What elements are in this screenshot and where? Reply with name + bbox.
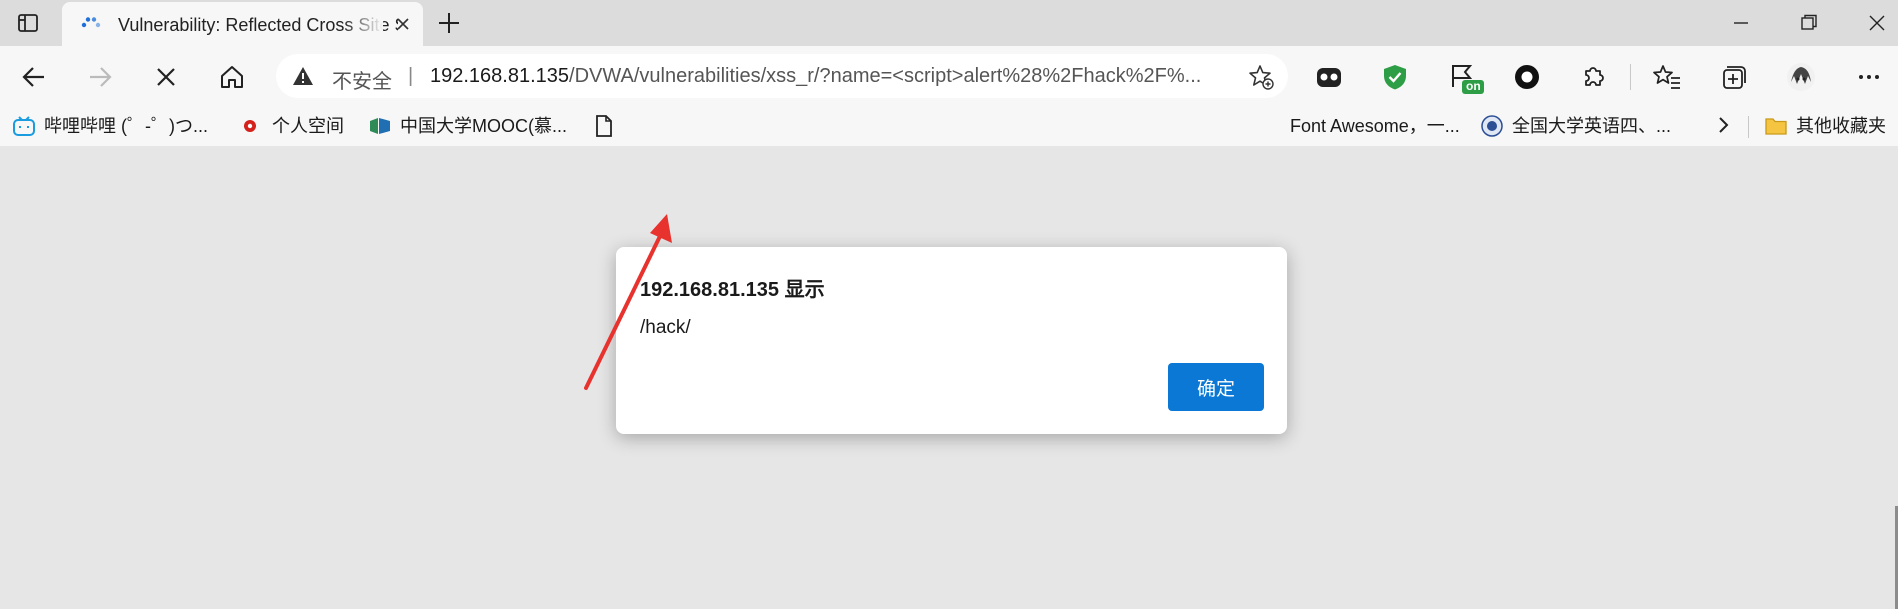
tab-actions-icon[interactable] [16,11,40,35]
dialog-heading: 192.168.81.135 显示 [640,279,825,301]
dialog-message: /hack/ [640,317,691,338]
bookmark-mooc[interactable]: 中国大学MOOC(慕... [368,114,567,138]
alert-dialog: 192.168.81.135 显示 /hack/ 确定 [616,247,1287,434]
url-path: /DVWA/vulnerabilities/xss_r/?name=<scrip… [569,65,1202,87]
address-separator: | [408,65,414,87]
tab-strip: Vulnerability: Reflected Cross Site Scri… [0,0,1898,46]
active-tab[interactable]: Vulnerability: Reflected Cross Site Scri… [62,2,423,46]
toolbar-divider [1630,64,1631,90]
extension-game-icon[interactable] [1314,62,1344,92]
personal-space-icon [240,115,264,137]
on-badge: on [1466,79,1481,93]
bookmark-label: 中国大学MOOC(慕... [400,116,567,136]
bookmark-label: 其他收藏夹 [1796,116,1886,136]
favorites-icon[interactable] [1652,62,1682,92]
collections-icon[interactable] [1718,62,1748,92]
loading-icon [80,14,102,36]
bookmark-label: 个人空间 [272,116,344,136]
minimize-icon[interactable] [1730,12,1752,34]
back-icon[interactable] [20,63,48,91]
favorites-bar: 哔哩哔哩 (゜-゜)つ... 个人空间 中国大学MOOC(慕... Font A… [0,106,1898,146]
bookmark-bilibili[interactable]: 哔哩哔哩 (゜-゜)つ... [12,114,208,138]
extension-flag-icon[interactable]: on [1448,62,1484,94]
add-favorite-icon[interactable] [1248,64,1274,90]
bookmark-label: Font Awesome，一... [1290,116,1460,136]
more-menu-icon[interactable] [1854,62,1884,92]
bookmark-personal-space[interactable]: 个人空间 [240,114,344,138]
cet-icon [1480,115,1504,137]
restore-icon[interactable] [1798,12,1820,34]
close-window-icon[interactable] [1866,12,1888,34]
address-bar[interactable]: 不安全 | 192.168.81.135/DVWA/vulnerabilitie… [276,54,1288,98]
bilibili-icon [12,115,36,137]
other-favorites-folder[interactable]: 其他收藏夹 [1764,114,1886,138]
tab-title-fade [343,10,383,40]
bookmark-document[interactable] [592,114,616,138]
url-text[interactable]: 192.168.81.135/DVWA/vulnerabilities/xss_… [430,65,1230,88]
more-bookmarks-chevron-icon[interactable] [1714,114,1732,138]
page-content: 192.168.81.135 显示 /hack/ 确定 [0,146,1898,609]
profile-avatar-icon[interactable] [1786,62,1816,92]
extensions-puzzle-icon[interactable] [1578,62,1608,92]
record-icon[interactable] [1512,62,1542,92]
stop-loading-icon[interactable] [152,63,180,91]
bookmark-cet[interactable]: 全国大学英语四、... [1480,114,1671,138]
home-icon[interactable] [218,63,246,91]
ok-button[interactable]: 确定 [1168,363,1264,411]
document-icon [592,115,616,137]
shield-icon[interactable] [1380,62,1410,92]
new-tab-icon[interactable] [436,10,462,36]
mooc-icon [368,115,392,137]
bookmark-font-awesome[interactable]: Font Awesome，一... [1290,114,1460,138]
url-host: 192.168.81.135 [430,65,570,87]
warning-icon[interactable] [292,66,314,86]
navigation-toolbar: 不安全 | 192.168.81.135/DVWA/vulnerabilitie… [0,46,1898,106]
close-tab-icon[interactable] [395,16,411,32]
bookmark-label: 哔哩哔哩 (゜-゜)つ... [44,116,208,136]
forward-icon[interactable] [86,63,114,91]
bookmarks-divider [1748,116,1749,138]
folder-icon [1764,115,1788,137]
bookmark-label: 全国大学英语四、... [1512,116,1672,136]
insecure-label[interactable]: 不安全 [332,65,392,94]
